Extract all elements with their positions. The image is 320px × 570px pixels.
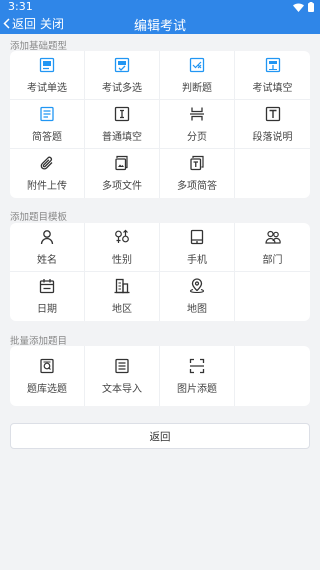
map-pin-icon: [189, 278, 205, 294]
exam-fill-blank-icon: [265, 57, 280, 72]
section-title-basic: 添加基础题型: [10, 41, 68, 52]
empty-cell: [235, 149, 310, 198]
item-label: 性别: [112, 254, 132, 266]
item-label: 部门: [262, 254, 283, 266]
item-region[interactable]: 地区: [85, 272, 160, 321]
attachment-icon: [40, 156, 53, 170]
return-button[interactable]: 返回: [10, 423, 310, 449]
status-time: 3:31: [8, 0, 33, 13]
person-icon: [40, 229, 54, 244]
fill-blank-icon: [114, 106, 130, 121]
item-label: 考试填空: [252, 82, 293, 94]
calendar-icon: [39, 279, 55, 294]
item-label: 段落说明: [252, 131, 293, 143]
gender-icon: [115, 229, 129, 243]
item-label: 日期: [37, 304, 57, 315]
item-exam-single-choice[interactable]: 考试单选: [10, 51, 85, 100]
wifi-icon: [293, 3, 304, 12]
item-multi-short-answer[interactable]: 多项简答: [160, 149, 235, 198]
exam-single-choice-icon: [39, 57, 55, 72]
item-label: 普通填空: [102, 131, 142, 143]
item-label: 地图: [187, 304, 207, 315]
item-exam-multiple-choice[interactable]: 考试多选: [85, 51, 160, 100]
building-icon: [114, 278, 130, 294]
item-short-answer[interactable]: 简答题: [10, 100, 85, 149]
item-label: 多项简答: [177, 181, 217, 192]
item-attachment[interactable]: 附件上传: [10, 149, 85, 198]
item-fill-blank[interactable]: 普通填空: [85, 100, 160, 149]
template-card: 姓名 性别 手机 部门 日期 地区 地图: [10, 223, 310, 321]
status-icons: [293, 2, 314, 12]
item-date[interactable]: 日期: [10, 272, 85, 321]
page-break-icon: [190, 107, 204, 120]
item-label: 姓名: [37, 254, 57, 266]
item-label: 判断题: [182, 82, 212, 94]
item-gender[interactable]: 性别: [85, 223, 160, 272]
multi-short-answer-icon: [190, 155, 204, 171]
section-title-template: 添加题目模板: [10, 212, 68, 223]
item-label: 简答题: [32, 131, 62, 143]
item-label: 题库选题: [27, 383, 67, 395]
short-answer-icon: [40, 106, 54, 121]
item-name[interactable]: 姓名: [10, 223, 85, 272]
item-label: 分页: [187, 131, 207, 143]
phone-icon: [190, 229, 204, 244]
item-label: 文本导入: [102, 383, 142, 395]
item-map[interactable]: 地图: [160, 272, 235, 321]
item-page-break[interactable]: 分页: [160, 100, 235, 149]
item-exam-fill-blank[interactable]: 考试填空: [235, 51, 310, 100]
item-image-scan[interactable]: 图片添题: [160, 346, 235, 406]
image-scan-icon: [189, 358, 205, 373]
battery-icon: [308, 2, 314, 12]
item-label: 考试单选: [27, 82, 67, 94]
page-title: 编辑考试: [133, 19, 186, 34]
item-department[interactable]: 部门: [235, 223, 310, 272]
item-true-false[interactable]: 判断题: [160, 51, 235, 100]
question-bank-icon: [40, 358, 54, 373]
empty-cell: [235, 272, 310, 321]
app-bar: 返回 关闭 编辑考试: [0, 14, 320, 34]
status-bar: 3:31: [0, 0, 320, 14]
empty-cell: [235, 346, 310, 406]
item-label: 地区: [112, 304, 132, 315]
multi-file-icon: [115, 155, 128, 171]
batch-card: 题库选题 文本导入 图片添题: [10, 346, 310, 406]
item-text-import[interactable]: 文本导入: [85, 346, 160, 406]
item-question-bank[interactable]: 题库选题: [10, 346, 85, 406]
department-icon: [264, 230, 281, 244]
item-label: 考试多选: [102, 82, 142, 94]
item-phone[interactable]: 手机: [160, 223, 235, 272]
item-multi-file[interactable]: 多项文件: [85, 149, 160, 198]
item-paragraph[interactable]: 段落说明: [235, 100, 310, 149]
paragraph-icon: [265, 106, 280, 121]
item-label: 附件上传: [27, 181, 67, 192]
exam-multiple-choice-icon: [114, 57, 130, 72]
item-label: 手机: [187, 254, 207, 266]
item-label: 多项文件: [102, 181, 142, 192]
basic-types-card: 考试单选 考试多选 判断题 考试填空 简答题 普通填空 分页 段落说明 附件上传…: [10, 51, 310, 198]
true-false-icon: [189, 57, 205, 72]
item-label: 图片添题: [177, 383, 217, 395]
section-title-batch: 批量添加题目: [10, 336, 68, 347]
text-import-icon: [115, 358, 129, 373]
